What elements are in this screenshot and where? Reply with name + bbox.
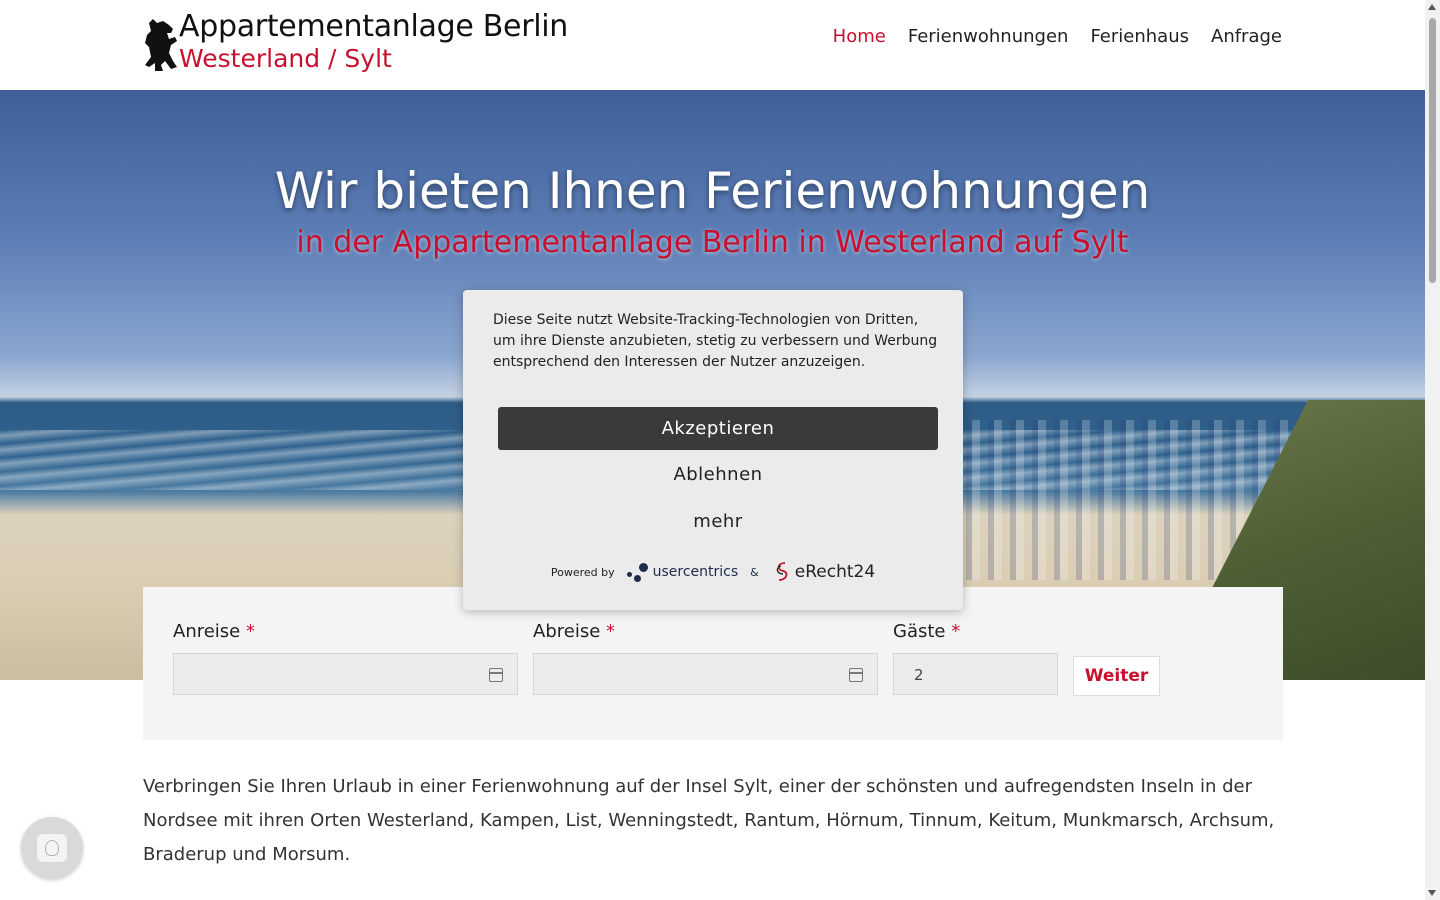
intro-paragraph: Verbringen Sie Ihren Urlaub in einer Fer… [143,776,1275,865]
erecht24-logo[interactable]: eRecht24 [771,560,875,584]
privacy-settings-button[interactable] [21,817,83,879]
more-button[interactable]: mehr [498,501,938,541]
hero-subtitle: in der Appartementanlage Berlin in Weste… [296,225,1129,260]
page-scrollbar[interactable] [1425,0,1440,900]
scroll-down-arrow-icon[interactable] [1428,890,1436,896]
hero-title: Wir bieten Ihnen Ferienwohnungen [274,162,1151,220]
logo-title: Appartementanlage Berlin [179,9,569,44]
usercentrics-dots-icon [626,561,649,583]
site-logo[interactable]: Appartementanlage Berlin Westerland / Sy… [143,12,568,71]
arrival-input[interactable] [173,653,518,695]
ampersand: & [750,565,759,579]
guests-field: Gäste * 2 [893,621,1058,695]
fingerprint-icon [45,840,59,856]
site-header: Appartementanlage Berlin Westerland / Sy… [0,0,1425,90]
erecht24-paragraph-icon [776,562,788,581]
nav-ferienwohnungen[interactable]: Ferienwohnungen [908,26,1069,47]
calendar-icon[interactable] [849,668,863,682]
main-nav: Home Ferienwohnungen Ferienhaus Anfrage [833,26,1282,47]
scroll-up-arrow-icon[interactable] [1428,4,1436,10]
cookie-consent-dialog: Diese Seite nutzt Website-Tracking-Techn… [463,290,963,610]
guests-label: Gäste * [893,621,961,642]
nav-home[interactable]: Home [833,26,886,47]
usercentrics-logo[interactable]: usercentrics [626,561,738,583]
privacy-bubble [37,834,67,862]
arrival-field: Anreise * [173,621,518,695]
powered-by: Powered by usercentrics & eRecht24 [463,560,963,584]
scroll-thumb[interactable] [1429,18,1436,283]
berlin-bear-icon [145,19,177,71]
departure-field: Abreise * [533,621,878,695]
guests-input[interactable]: 2 [893,653,1058,695]
departure-label: Abreise * [533,621,616,642]
accept-button[interactable]: Akzeptieren [498,407,938,450]
nav-anfrage[interactable]: Anfrage [1211,26,1282,47]
arrival-label: Anreise * [173,621,255,642]
departure-input[interactable] [533,653,878,695]
cookie-text: Diese Seite nutzt Website-Tracking-Techn… [493,312,938,370]
nav-ferienhaus[interactable]: Ferienhaus [1090,26,1189,47]
calendar-icon[interactable] [489,668,503,682]
deny-button[interactable]: Ablehnen [498,454,938,494]
logo-subtitle: Westerland / Sylt [179,44,392,73]
powered-by-label: Powered by [550,565,615,579]
weiter-button[interactable]: Weiter [1073,656,1160,696]
